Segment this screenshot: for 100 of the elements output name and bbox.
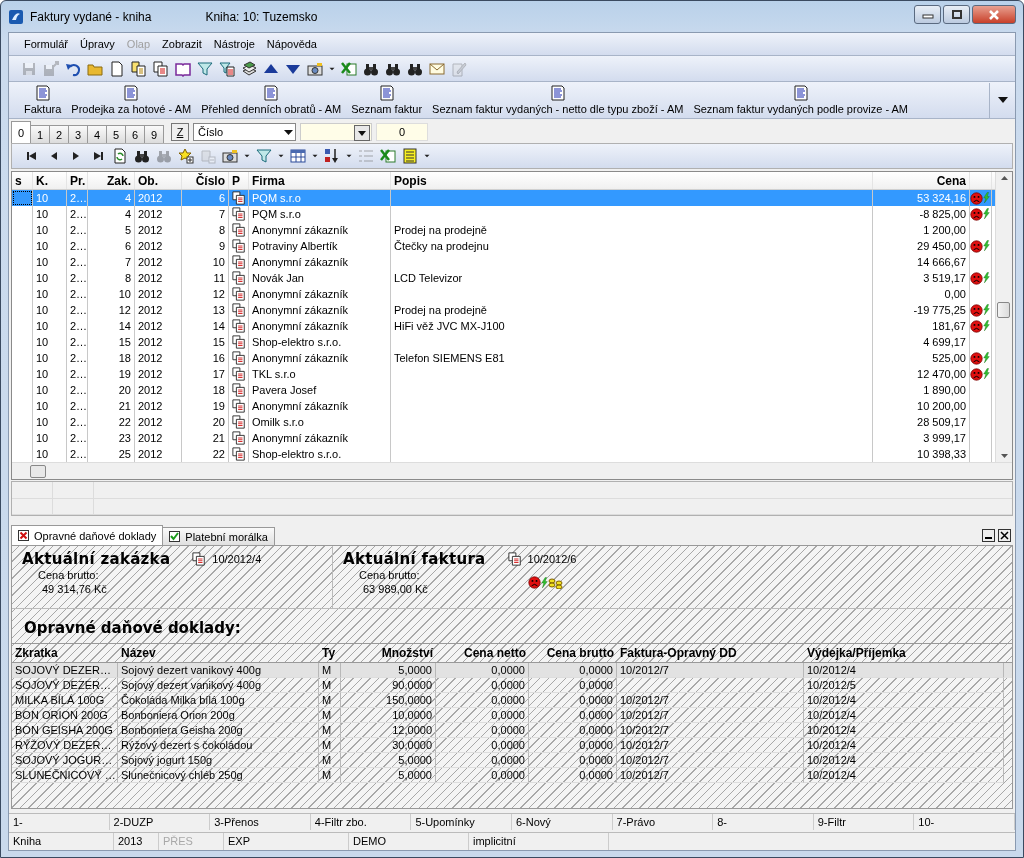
table-row[interactable]: BON GEISHA 200G Bonboniera Geisha 200g M 12,0000 0,0000 0,0000 10/2012/7 10/2012/4 bbox=[12, 723, 1012, 738]
checkbox[interactable] bbox=[169, 531, 181, 542]
table-row[interactable]: 10 2… 20 2012 18 Pavera Josef 1 890,00 bbox=[12, 382, 995, 398]
table-row[interactable]: 10 2… 6 2012 9 Potraviny Albertík Čtečky na prodejnu 29 450,00 bbox=[12, 238, 995, 254]
function-key[interactable]: 7-Právo bbox=[612, 814, 714, 830]
checkbox[interactable] bbox=[18, 530, 29, 541]
sort-dropdown[interactable]: Číslo bbox=[193, 123, 296, 141]
function-key[interactable]: 5-Upomínky bbox=[411, 814, 512, 830]
column-header[interactable]: Firma bbox=[249, 172, 391, 189]
table-icon[interactable] bbox=[400, 147, 420, 165]
spreadsheet-icon[interactable] bbox=[378, 147, 398, 165]
table-row[interactable]: 10 2… 18 2012 16 Anonymní zákazník Telefon SIEMENS E81 525,00 bbox=[12, 350, 995, 366]
table-row[interactable]: 10 2… 7 2012 10 Anonymní zákazník 14 666,67 bbox=[12, 254, 995, 270]
document-number[interactable]: 10/2012/4 bbox=[212, 553, 262, 565]
table-row[interactable]: MILKA BÍLÁ 100G Čokoláda Milka bílá 100g M 150,0000 0,0000 0,0000 10/2012/7 10/2012/4 bbox=[12, 693, 1012, 708]
column-header[interactable]: Množství bbox=[341, 644, 436, 662]
table-row[interactable]: SOJOVÝ JOGUR… Sojový jogurt 150g M 5,0000 0,0000 0,0000 10/2012/7 10/2012/4 bbox=[12, 753, 1012, 768]
table-row[interactable]: 10 2… 12 2012 13 Anonymní zákazník Prodej na prodejně -19 775,25 bbox=[12, 302, 995, 318]
table-cell: 2012 bbox=[135, 270, 182, 286]
column-header[interactable]: Faktura-Opravný DD bbox=[617, 644, 804, 662]
page-tab[interactable]: 9 bbox=[144, 125, 164, 143]
column-header[interactable]: Zkratka bbox=[12, 644, 118, 662]
z-button[interactable]: Z bbox=[171, 123, 189, 141]
page-tab[interactable]: 4 bbox=[87, 125, 107, 143]
page-tab[interactable]: 0 bbox=[11, 121, 31, 143]
table-row[interactable]: 10 2… 15 2012 15 Shop-elektro s.r.o. 4 699,17 bbox=[12, 334, 995, 350]
scroll-thumb[interactable] bbox=[30, 464, 46, 478]
table-row[interactable]: 10 2… 8 2012 11 Novák Jan LCD Televizor 3 519,17 bbox=[12, 270, 995, 286]
report-button[interactable]: Seznam faktur bbox=[346, 85, 428, 115]
column-header[interactable]: K. bbox=[33, 172, 67, 189]
table-row[interactable]: 10 2… 23 2012 21 Anonymní zákazník 3 999,17 bbox=[12, 430, 995, 446]
column-header[interactable]: Zak. bbox=[88, 172, 135, 189]
number-field[interactable]: 0 bbox=[376, 123, 428, 141]
panel-tab[interactable]: Opravné daňové doklady bbox=[11, 525, 164, 545]
minimize-button[interactable] bbox=[982, 529, 995, 542]
document-number[interactable]: 10/2012/6 bbox=[527, 553, 577, 565]
menu-item[interactable]: Zobrazit bbox=[157, 36, 207, 52]
table-row[interactable]: SOJOVÝ DEZER… Sojový dezert vanikový 400g M 90,0000 0,0000 0,0000 10/2012/5 bbox=[12, 678, 1012, 693]
table-row[interactable]: 10 2… 4 2012 7 PQM s.r.o -8 825,00 bbox=[12, 206, 995, 222]
column-header[interactable]: Cena bbox=[873, 172, 970, 189]
menu-item[interactable]: Formulář bbox=[19, 36, 73, 52]
column-header[interactable]: Pr. bbox=[67, 172, 88, 189]
table-row[interactable]: 10 2… 22 2012 20 Omilk s.r.o 28 509,17 bbox=[12, 414, 995, 430]
columns-icon[interactable] bbox=[288, 147, 308, 165]
function-key[interactable]: 10- bbox=[914, 814, 1015, 830]
page-tab[interactable]: 6 bbox=[125, 125, 145, 143]
function-key[interactable]: 2-DUZP bbox=[109, 814, 211, 830]
column-header[interactable]: Výdejka/Příjemka bbox=[804, 644, 1004, 662]
maximize-button[interactable] bbox=[943, 5, 970, 24]
filter-field[interactable] bbox=[300, 123, 372, 141]
table-row[interactable]: 10 2… 19 2012 17 TKL s.r.o 12 470,00 bbox=[12, 366, 995, 382]
report-button[interactable]: Seznam faktur vydaných podle provize - AM bbox=[688, 85, 913, 115]
table-row[interactable]: 10 2… 5 2012 8 Anonymní zákazník Prodej na prodejně 1 200,00 bbox=[12, 222, 995, 238]
function-key[interactable]: 8- bbox=[713, 814, 814, 830]
report-button[interactable]: Prodejka za hotové - AM bbox=[66, 85, 197, 115]
column-header[interactable]: Ty bbox=[319, 644, 341, 662]
table-row[interactable]: BON ORION 200G Bonboniera Orion 200g M 10,0000 0,0000 0,0000 10/2012/7 10/2012/4 bbox=[12, 708, 1012, 723]
function-key[interactable]: 1- bbox=[9, 814, 110, 830]
function-key[interactable]: 6-Nový bbox=[511, 814, 613, 830]
column-header[interactable]: Cena brutto bbox=[529, 644, 617, 662]
function-key[interactable]: 4-Filtr zbo. bbox=[310, 814, 412, 830]
page-tab[interactable]: 2 bbox=[49, 125, 69, 143]
page-tab[interactable]: 1 bbox=[30, 125, 50, 143]
table-row[interactable]: SLUNEČNICOVÝ … Slunečnicový chléb 250g M 5,0000 0,0000 0,0000 10/2012/7 10/2012/4 bbox=[12, 768, 1012, 783]
menu-item[interactable]: Úpravy bbox=[75, 36, 120, 52]
column-header[interactable]: Popis bbox=[391, 172, 873, 189]
menu-item[interactable]: Nápověda bbox=[261, 36, 322, 52]
column-header[interactable]: Cena netto bbox=[436, 644, 529, 662]
close-button[interactable] bbox=[998, 529, 1011, 542]
filter-document-icon[interactable] bbox=[217, 59, 237, 78]
table-row[interactable]: 10 2… 10 2012 12 Anonymní zákazník 0,00 bbox=[12, 286, 995, 302]
report-button[interactable]: Seznam faktur vydaných - netto dle typu zboží - AM bbox=[427, 85, 689, 115]
table-row[interactable]: RÝŽOVÝ DEZER… Rýžový dezert s čokoládou M 30,0000 0,0000 0,0000 10/2012/7 10/2012/4 bbox=[12, 738, 1012, 753]
camera-icon[interactable] bbox=[220, 147, 240, 165]
table-cell: 2… bbox=[67, 334, 88, 350]
filter-icon[interactable] bbox=[254, 147, 274, 165]
table-cell: 10/2012/7 bbox=[617, 768, 804, 783]
column-header[interactable]: P bbox=[229, 172, 249, 189]
document-copy-icon[interactable] bbox=[151, 59, 171, 78]
copy-icon[interactable] bbox=[129, 59, 149, 78]
report-button[interactable]: Přehled denních obratů - AM bbox=[196, 85, 347, 115]
page-tab[interactable]: 5 bbox=[106, 125, 126, 143]
table-row[interactable]: SOJOVÝ DEZER… Sojový dezert vanikový 400g M 5,0000 0,0000 0,0000 10/2012/7 10/2012/4 bbox=[12, 663, 1012, 678]
filter-icon[interactable] bbox=[195, 59, 215, 78]
column-header[interactable]: Ob. bbox=[135, 172, 182, 189]
column-header[interactable]: Číslo bbox=[182, 172, 229, 189]
report-button[interactable]: Faktura bbox=[19, 85, 67, 115]
function-key[interactable]: 3-Přenos bbox=[210, 814, 311, 830]
column-header[interactable]: s bbox=[12, 172, 33, 189]
panel-tab[interactable]: Platební morálka bbox=[162, 527, 275, 545]
star-add-icon[interactable] bbox=[176, 147, 196, 165]
page-tab[interactable]: 3 bbox=[68, 125, 88, 143]
menu-item[interactable]: Nástroje bbox=[208, 36, 260, 52]
scrollbar[interactable] bbox=[995, 172, 1012, 462]
column-header[interactable]: Název bbox=[118, 644, 319, 662]
table-row[interactable]: 10 2… 14 2012 14 Anonymní zákazník HiFi věž JVC MX-J100 181,67 bbox=[12, 318, 995, 334]
horizontal-scrollbar[interactable] bbox=[12, 462, 1012, 479]
table-row[interactable]: 10 2… 21 2012 19 Anonymní zákazník 10 200,00 bbox=[12, 398, 995, 414]
scroll-thumb[interactable] bbox=[997, 302, 1010, 318]
function-key[interactable]: 9-Filtr bbox=[813, 814, 915, 830]
